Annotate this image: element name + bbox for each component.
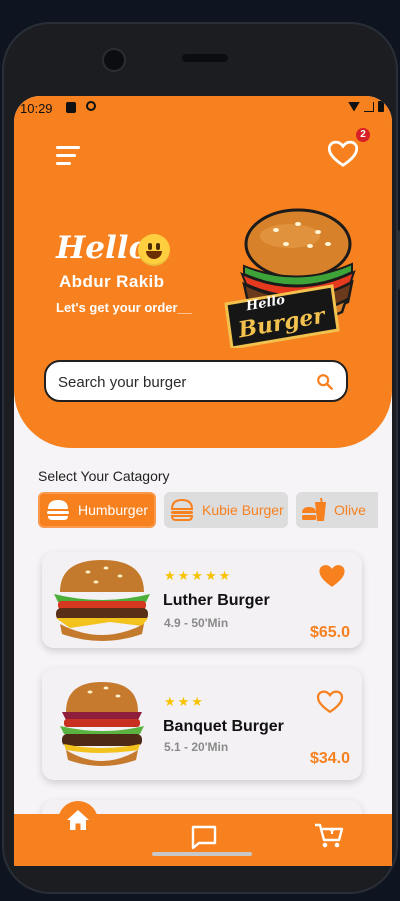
header-subtitle: Let's get your order__ [56, 300, 193, 315]
favorites-button[interactable]: 2 [327, 128, 370, 174]
power-button [396, 230, 400, 290]
heart-outline-icon [327, 140, 359, 167]
product-card[interactable]: ★★★ Banquet Burger 5.1 - 20'Min $34.0 [42, 668, 362, 780]
rating-stars: ★★★ [164, 694, 205, 709]
smile-emoji-icon [138, 234, 170, 266]
product-meta: 5.1 - 20'Min [164, 740, 229, 754]
burger-icon [47, 500, 69, 520]
category-label: Olive [334, 502, 366, 518]
category-title: Select Your Catagory [38, 468, 170, 484]
wifi-icon [348, 101, 360, 112]
gesture-home-bar[interactable] [152, 852, 252, 856]
banquet-burger-image [60, 682, 144, 766]
status-time: 10:29 [20, 101, 53, 116]
product-price: $34.0 [309, 750, 350, 767]
status-bar: 10:29 [14, 96, 392, 120]
chat-icon[interactable] [190, 824, 218, 850]
home-icon [67, 810, 89, 830]
product-price: $65.0 [309, 624, 350, 641]
category-list: Humburger Kubie Burger Olive [38, 492, 378, 528]
status-notification-icon [66, 102, 76, 113]
luther-burger-image [54, 560, 150, 641]
phone-frame: 10:29 2 Hello Abdur Rakib Let's get your… [2, 22, 398, 894]
battery-icon [378, 101, 384, 112]
category-label: Humburger [78, 502, 149, 518]
fast-food-icon [302, 498, 326, 521]
heart-filled-icon[interactable] [318, 564, 346, 588]
category-chip-olive[interactable]: Olive [296, 492, 378, 528]
heart-outline-icon[interactable] [316, 690, 344, 714]
search-bar [44, 360, 348, 402]
menu-icon[interactable] [56, 146, 84, 166]
category-label: Kubie Burger [202, 502, 284, 518]
search-icon[interactable] [316, 373, 334, 391]
status-sync-icon [86, 101, 96, 111]
search-input[interactable] [56, 372, 310, 392]
signal-icon [364, 101, 374, 112]
phone-top-bezel [4, 24, 400, 96]
greeting-title: Hello [56, 230, 150, 266]
product-name: Banquet Burger [163, 718, 284, 735]
rating-stars: ★★★★★ [164, 568, 233, 583]
hello-burger-logo: Hello Burger [220, 208, 360, 350]
app-screen: 10:29 2 Hello Abdur Rakib Let's get your… [14, 96, 392, 866]
cart-icon[interactable] [314, 822, 344, 850]
status-indicators [348, 101, 384, 112]
product-name: Luther Burger [163, 592, 270, 609]
home-nav-button[interactable] [58, 801, 98, 841]
front-camera [102, 48, 126, 72]
burger-icon [170, 498, 194, 521]
favorites-badge: 2 [356, 128, 370, 142]
earpiece-speaker [182, 54, 228, 62]
product-card[interactable]: ★★★★★ Luther Burger 4.9 - 50'Min $65.0 [42, 552, 362, 648]
category-chip-humburger[interactable]: Humburger [38, 492, 156, 528]
user-name: Abdur Rakib [59, 272, 165, 291]
category-chip-kubie-burger[interactable]: Kubie Burger [164, 492, 288, 528]
product-meta: 4.9 - 50'Min [164, 616, 229, 630]
